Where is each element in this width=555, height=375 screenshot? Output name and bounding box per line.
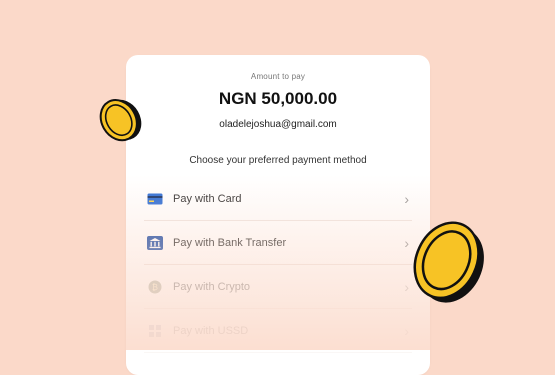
option-pay-with-ussd[interactable]: Pay with USSD › [144, 309, 412, 353]
card-icon [147, 191, 163, 207]
ussd-icon [147, 323, 163, 339]
option-label: Pay with Crypto [173, 280, 251, 293]
payment-method-prompt: Choose your preferred payment method [189, 155, 367, 166]
option-pay-with-crypto[interactable]: ₿ Pay with Crypto › [144, 265, 412, 309]
amount-label: Amount to pay [250, 72, 306, 81]
crypto-icon: ₿ [147, 279, 163, 295]
payment-card: Amount to pay NGN 50,000.00 oladelejoshu… [126, 55, 430, 375]
chevron-right-icon: › [404, 190, 409, 207]
svg-text:₿: ₿ [152, 283, 158, 292]
bank-icon [147, 235, 163, 251]
customer-email: oladelejoshua@gmail.com [219, 119, 337, 130]
option-pay-with-card[interactable]: Pay with Card › [144, 177, 412, 221]
option-label: Pay with Card [173, 192, 242, 205]
coin-icon [413, 221, 484, 303]
chevron-right-icon: › [404, 322, 409, 339]
option-label: Pay with USSD [173, 324, 249, 337]
coin-icon [99, 99, 142, 142]
option-pay-with-bank-transfer[interactable]: Pay with Bank Transfer › [144, 221, 412, 265]
option-label: Pay with Bank Transfer [173, 236, 287, 249]
amount-value: NGN 50,000.00 [218, 89, 338, 108]
